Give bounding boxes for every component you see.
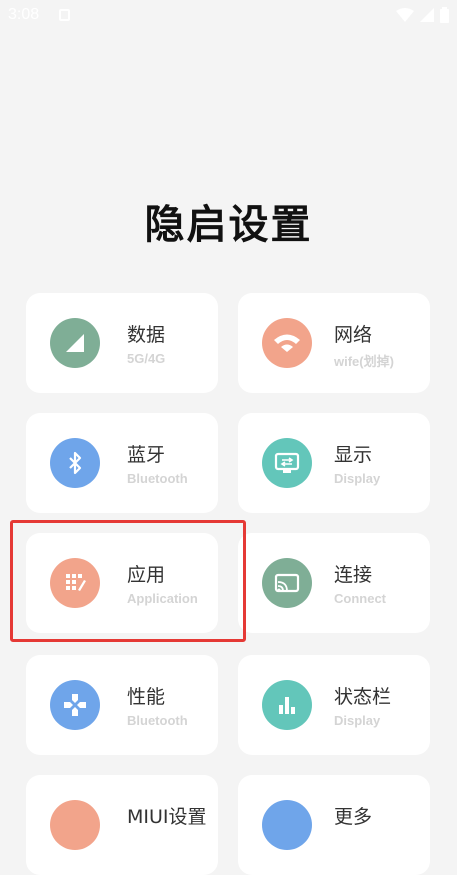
page-title: 隐启设置	[144, 202, 313, 248]
card-subtitle: Bluetooth	[127, 471, 188, 486]
card-statusbar[interactable]: 状态栏 Display	[238, 655, 430, 755]
status-icons	[396, 7, 449, 23]
card-title: 更多	[334, 806, 373, 828]
battery-icon	[440, 7, 449, 23]
card-title: 网络	[334, 324, 373, 346]
card-network[interactable]: 网络 wife(划掉)	[238, 293, 430, 393]
card-subtitle: Display	[334, 471, 381, 486]
card-bluetooth[interactable]: 蓝牙 Bluetooth	[26, 413, 218, 513]
card-title: MIUI设置	[127, 806, 207, 828]
card-subtitle: 5G/4G	[127, 351, 166, 366]
status-bar: 3:08	[0, 0, 457, 32]
card-title: 性能	[127, 686, 166, 708]
notification-icon	[59, 9, 70, 21]
card-more[interactable]: 更多	[238, 775, 430, 875]
card-performance[interactable]: 性能 Bluetooth	[26, 655, 218, 755]
highlight-frame	[10, 520, 246, 642]
card-title: 状态栏	[334, 686, 392, 708]
signal-icon	[50, 318, 100, 368]
card-connect[interactable]: 连接 Connect	[238, 533, 430, 633]
gamepad-icon	[50, 680, 100, 730]
cast-icon	[262, 558, 312, 608]
bar-chart-icon	[262, 680, 312, 730]
card-title: 连接	[334, 564, 373, 586]
more-icon	[262, 800, 312, 850]
card-title: 蓝牙	[127, 444, 166, 466]
card-subtitle: Connect	[334, 591, 386, 606]
card-subtitle: Bluetooth	[127, 713, 188, 728]
wifi-icon	[262, 318, 312, 368]
display-icon	[262, 438, 312, 488]
card-subtitle: wife(划掉)	[334, 354, 394, 369]
miui-icon	[50, 800, 100, 850]
card-data[interactable]: 数据 5G/4G	[26, 293, 218, 393]
card-miui-settings[interactable]: MIUI设置	[26, 775, 218, 875]
card-title: 数据	[127, 324, 166, 346]
wifi-status-icon	[396, 8, 414, 22]
card-display[interactable]: 显示 Display	[238, 413, 430, 513]
bluetooth-icon	[50, 438, 100, 488]
status-time: 3:08	[8, 6, 40, 23]
card-title: 显示	[334, 444, 373, 466]
card-subtitle: Display	[334, 713, 381, 728]
cell-signal-icon	[420, 8, 434, 22]
